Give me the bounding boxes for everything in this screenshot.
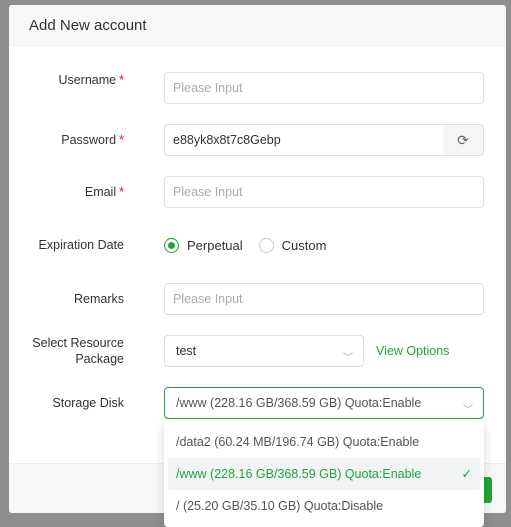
required-mark: * [119,133,124,147]
dialog-title: Add New account [9,5,506,46]
chevron-down-icon: ﹀ [343,353,353,364]
refresh-icon: ⟳ [457,132,469,148]
required-mark: * [119,73,124,87]
username-row: Username * [9,72,506,104]
check-icon: ✓ [461,467,472,481]
refresh-password-button[interactable]: ⟳ [443,124,484,156]
disk-option[interactable]: / (25.20 GB/35.10 GB) Quota:Disable [168,490,480,522]
disk-option[interactable]: /data2 (60.24 MB/196.74 GB) Quota:Enable [168,426,480,458]
password-label: Password [61,133,117,147]
disk-dropdown: /data2 (60.24 MB/196.74 GB) Quota:Enable… [164,421,484,527]
email-label: Email [84,185,117,199]
disk-row: Storage Disk /www (228.16 GB/368.59 GB) … [9,387,506,419]
package-label: Select Resource Package [32,336,124,366]
radio-custom[interactable]: Custom [258,237,326,253]
required-mark: * [119,185,124,199]
disk-label: Storage Disk [52,396,124,410]
password-row: Password* ⟳ [9,124,506,156]
expiration-label: Expiration Date [38,238,124,252]
username-input[interactable] [164,72,484,104]
email-input[interactable] [164,176,484,208]
username-label: Username [58,73,117,87]
password-input[interactable] [164,124,444,156]
remarks-label: Remarks [73,292,124,306]
view-options-link[interactable]: View Options [376,344,449,358]
expiration-row: Expiration Date Perpetual Custom [9,236,506,254]
package-row: Select Resource Package test ﹀ View Optio… [9,335,506,367]
disk-select[interactable]: /www (228.16 GB/368.59 GB) Quota:Enable ﹀ [164,387,484,419]
email-row: Email * [9,176,506,208]
remarks-input[interactable] [164,283,484,315]
disk-option-selected[interactable]: /www (228.16 GB/368.59 GB) Quota:Enable ✓ [168,458,480,490]
remarks-row: Remarks [9,283,506,315]
package-select[interactable]: test ﹀ [164,335,364,367]
radio-perpetual[interactable]: Perpetual [164,237,243,253]
